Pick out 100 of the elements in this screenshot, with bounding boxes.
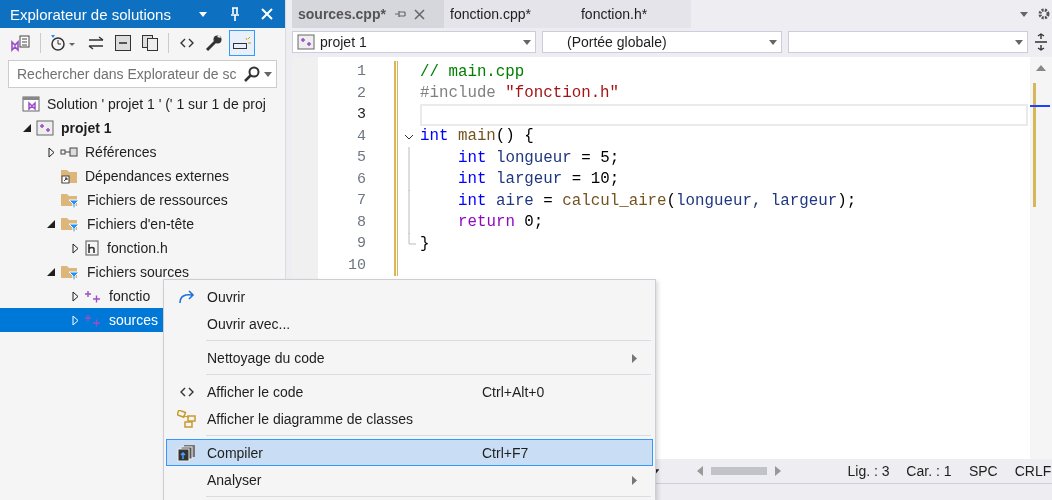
clock-icon [50,34,78,52]
line-number: 10 [347,256,366,274]
line-ending-indicator: CRLF [1014,463,1052,479]
code-token: int [458,170,488,189]
tree-item-label: fonction.h [107,240,168,256]
tree-item-label: Fichiers d'en-tête [87,216,194,232]
menu-item-label: Ouvrir [207,288,247,305]
code-token: = 5; [580,148,620,167]
wrench-icon [205,34,223,52]
scope-dropdown[interactable]: (Portée globale) [542,31,782,53]
column-indicator: Car. : 1 [906,463,953,479]
tree-item[interactable]: Solution ' projet 1 ' (' 1 sur 1 de proj [0,92,285,116]
search-icon [244,66,260,82]
code-token: aire [495,191,534,210]
line-number: 7 [356,192,366,210]
class-diagram-icon [177,409,197,428]
scroll-thumb[interactable] [711,467,768,475]
tree-item[interactable]: Fichiers de ressources [0,188,285,212]
solution-icon [22,96,40,112]
tree-item[interactable]: Fichiers sources [0,260,285,284]
folder-icon [60,168,78,184]
line-indicator: Lig. : 3 [847,463,891,479]
gear-icon[interactable] [1038,8,1050,20]
code-token: // main.cpp [420,62,525,81]
tree-item[interactable]: Fichiers d'en-tête [0,212,285,236]
collapsed-arrow-icon[interactable] [71,242,79,254]
code-token: main [457,127,496,146]
caret-icon [1015,39,1023,45]
menu-item[interactable]: Ouvrir [166,283,653,310]
menu-item[interactable]: Afficher le diagramme de classes [166,405,653,432]
panel-title: Explorateur de solutions [10,5,172,23]
caret-icon [264,71,272,77]
code-brackets-icon [180,386,194,397]
tree-item-label: Fichiers sources [87,264,189,280]
line-number: 5 [356,149,366,167]
expanded-arrow-icon[interactable] [47,268,55,276]
copy-icon [141,34,159,52]
menu-item[interactable]: Compiler Ctrl+F7 [166,439,653,466]
expanded-arrow-icon[interactable] [23,124,31,132]
caret-icon [199,11,207,17]
collapse-icon [114,34,132,52]
header-file-icon [84,240,100,256]
solution-view-icon [11,34,31,52]
code-token: } [420,234,430,253]
plus-icon [84,313,102,327]
code-brackets-icon [180,38,194,48]
filter-folder-icon [60,216,80,232]
menu-item-label: Afficher le code [207,383,305,400]
preview-icon [232,35,252,51]
line-number: 4 [356,127,366,145]
project-name: projet 1 [320,34,368,50]
code-token: return [458,213,515,232]
code-token: #include [420,84,497,103]
line-number: 8 [356,213,366,231]
pin-icon[interactable] [393,9,406,19]
redo-arrow-icon [178,289,196,304]
vertical-scrollbar[interactable] [1030,57,1052,459]
split-icon[interactable] [1034,33,1048,51]
close-icon [261,8,273,20]
plus-icon [84,289,102,303]
file-tab[interactable]: sources.cpp* [292,0,444,28]
collapsed-arrow-icon[interactable] [71,290,79,302]
menu-item[interactable]: Analyser [166,466,653,493]
code-token: calcul_aire [562,191,667,210]
preview-button[interactable] [229,30,255,56]
fold-chevron-icon[interactable] [404,133,414,140]
menu-item[interactable]: Nettoyage du code [166,344,653,371]
tree-item[interactable]: projet 1 [0,116,285,140]
file-tab[interactable]: fonction.h* [574,0,692,28]
collapsed-arrow-icon[interactable] [47,146,55,158]
scroll-up-icon[interactable] [1036,65,1046,71]
line-number: 1 [356,63,366,81]
tree-item-label: sources [109,312,159,328]
project-dropdown[interactable]: projet 1 [292,31,536,53]
caret-icon [1020,11,1028,17]
code-token: ( [666,191,677,210]
tree-item-label: Fichiers de ressources [87,192,228,208]
tree-item[interactable]: Dépendances externes [0,164,285,188]
menu-item-label: Compiler [207,444,264,461]
references-icon [60,147,78,157]
code-token: longueur, [676,191,763,210]
filter-folder-icon [60,264,80,280]
expanded-arrow-icon[interactable] [47,220,55,228]
code-token: = 10; [570,170,620,189]
stacked-pages-icon [177,443,197,462]
menu-item[interactable]: Afficher le code Ctrl+Alt+0 [166,378,653,405]
menu-item-label: Afficher le diagramme de classes [207,410,414,427]
indent-indicator: SPC [968,463,999,479]
code-token: ); [837,191,857,210]
tree-item[interactable]: Références [0,140,285,164]
tree-item-label: Références [85,144,157,160]
tree-item[interactable]: fonction.h [0,236,285,260]
project-icon [36,120,54,136]
tree-item-label: Dépendances externes [85,168,229,184]
file-tab[interactable]: fonction.cpp* [444,0,575,28]
line-number: 9 [356,235,366,253]
code-token: int [458,148,488,167]
search-field[interactable]: Rechercher dans Explorateur de sc [8,60,277,88]
close-icon[interactable] [413,8,425,20]
pin-icon [230,7,240,21]
